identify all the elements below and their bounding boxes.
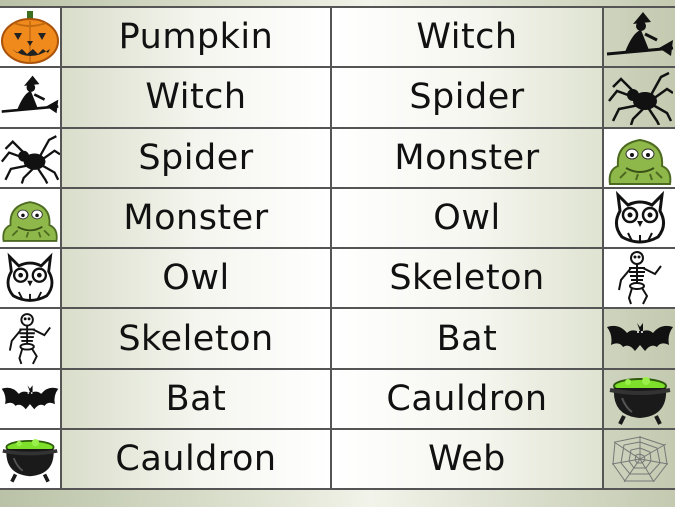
- row-3-left-word: Spider: [138, 137, 254, 178]
- row-3-right-word: Monster: [394, 137, 540, 178]
- row-2-right-word: Spider: [409, 77, 525, 118]
- row-1-right-word-cell: Witch: [332, 8, 604, 69]
- row-4-right-word-cell: Owl: [332, 188, 604, 250]
- spider-icon: [0, 134, 60, 184]
- bat-icon: [606, 322, 673, 351]
- row-5-right-word: Skeleton: [389, 258, 545, 299]
- row-6-left-word-cell: Skeleton: [62, 309, 332, 370]
- word-match-table: Pumpkin Witch Witch Spider Spider Monste…: [0, 6, 675, 491]
- owl-icon: [6, 252, 54, 303]
- owl-icon: [614, 191, 665, 244]
- monster-icon: [608, 138, 671, 185]
- cauldron-icon: [609, 376, 670, 425]
- row-2-left-word: Witch: [145, 77, 247, 118]
- bat-icon: [1, 385, 59, 410]
- row-4-left-word-cell: Monster: [62, 188, 332, 250]
- witch-icon: [1, 76, 59, 114]
- row-3-left-picture: [0, 128, 62, 189]
- row-6-right-word: Bat: [436, 318, 498, 359]
- witch-icon: [606, 12, 673, 57]
- web-icon: [611, 436, 668, 483]
- cauldron-icon: [2, 439, 58, 483]
- row-3-right-picture: [604, 128, 675, 189]
- row-6-right-picture: [604, 309, 675, 370]
- bottom-strip: [0, 489, 675, 507]
- row-7-left-word: Bat: [165, 378, 227, 419]
- row-4-right-picture: [604, 188, 675, 250]
- skeleton-icon: [617, 251, 662, 305]
- spider-icon: [607, 72, 673, 126]
- row-4-left-picture: [0, 188, 62, 250]
- row-5-right-picture: [604, 249, 675, 310]
- row-5-left-word-cell: Owl: [62, 249, 332, 310]
- pumpkin-icon: [1, 11, 59, 65]
- row-8-left-word-cell: Cauldron: [62, 430, 332, 491]
- row-7-right-picture: [604, 370, 675, 431]
- row-8-right-picture: [604, 430, 675, 491]
- row-2-right-picture: [604, 68, 675, 129]
- row-8-left-word: Cauldron: [115, 439, 277, 480]
- row-2-right-word-cell: Spider: [332, 68, 604, 129]
- row-1-right-picture: [604, 8, 675, 69]
- row-3-left-word-cell: Spider: [62, 128, 332, 189]
- row-7-right-word-cell: Cauldron: [332, 369, 604, 431]
- row-1-left-word: Pumpkin: [118, 17, 274, 58]
- row-4-right-word: Owl: [433, 198, 501, 239]
- row-3-right-word-cell: Monster: [332, 128, 604, 189]
- skeleton-icon: [8, 312, 51, 365]
- row-5-right-word-cell: Skeleton: [332, 249, 604, 310]
- row-7-right-word: Cauldron: [386, 378, 548, 419]
- row-7-left-picture: [0, 369, 62, 431]
- row-6-left-word: Skeleton: [118, 318, 274, 359]
- row-6-right-word-cell: Bat: [332, 309, 604, 370]
- monster-icon: [2, 201, 58, 242]
- row-5-left-picture: [0, 249, 62, 310]
- row-2-left-word-cell: Witch: [62, 68, 332, 129]
- row-8-right-word: Web: [428, 439, 506, 480]
- row-1-left-picture: [0, 8, 62, 69]
- row-5-left-word: Owl: [162, 258, 230, 299]
- row-1-left-word-cell: Pumpkin: [62, 8, 332, 69]
- row-1-right-word: Witch: [416, 17, 518, 58]
- row-7-left-word-cell: Bat: [62, 369, 332, 431]
- row-8-left-picture: [0, 430, 62, 491]
- row-6-left-picture: [0, 309, 62, 370]
- row-8-right-word-cell: Web: [332, 430, 604, 491]
- row-2-left-picture: [0, 68, 62, 129]
- row-4-left-word: Monster: [123, 198, 269, 239]
